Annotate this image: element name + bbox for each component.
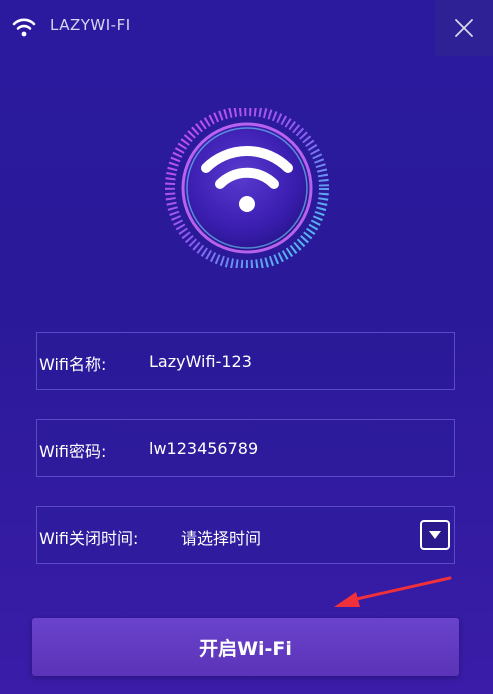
wifi-icon [12, 18, 36, 37]
close-time-field[interactable]: Wifi关闭时间: 请选择时间 [36, 506, 455, 564]
close-time-select[interactable]: 请选择时间 [181, 525, 431, 549]
password-input[interactable] [149, 433, 399, 463]
ssid-field: Wifi名称: [36, 332, 455, 390]
close-time-label: Wifi关闭时间: [39, 529, 139, 548]
dropdown-button[interactable] [420, 520, 450, 550]
start-wifi-button[interactable]: 开启Wi-Fi [32, 618, 459, 676]
app-window: LAZYWI-FI Wifi名称: LazyWifi-123 Wifi密码: l… [0, 0, 493, 694]
close-button[interactable] [435, 0, 493, 56]
ssid-input[interactable] [149, 346, 399, 376]
title-bar: LAZYWI-FI [0, 0, 493, 56]
password-label: Wifi密码: [39, 442, 107, 461]
red-arrow-icon [334, 576, 452, 607]
ssid-label: Wifi名称: [39, 355, 107, 374]
chevron-down-icon [429, 531, 441, 539]
close-icon [455, 19, 473, 37]
password-field: Wifi密码: [36, 419, 455, 477]
app-title: LAZYWI-FI [50, 16, 131, 34]
wifi-logo-icon [165, 108, 329, 268]
